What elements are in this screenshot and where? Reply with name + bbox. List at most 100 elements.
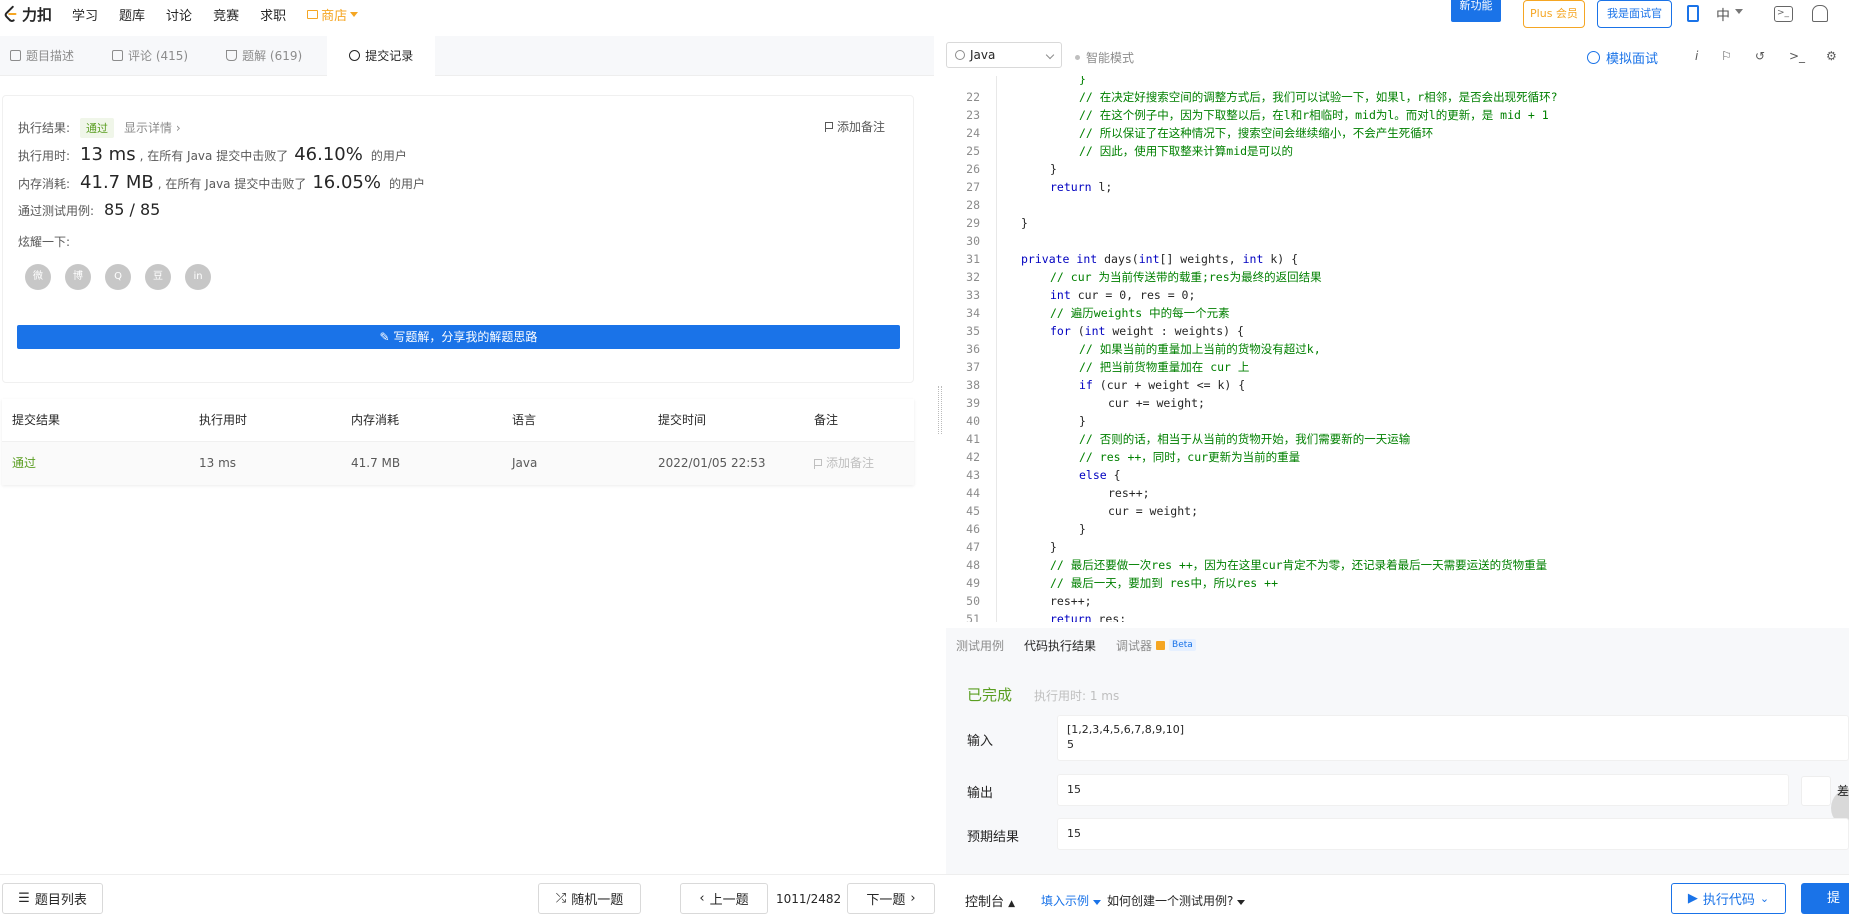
language-switch[interactable]: 中 <box>1716 5 1730 25</box>
submit-button[interactable]: 提交 <box>1801 883 1849 914</box>
code-line[interactable]: 32 // cur 为当前传送带的载重;res为最终的返回结果 <box>946 268 1849 286</box>
notification-bell-icon[interactable] <box>1812 5 1828 22</box>
output-label: 输出 <box>967 786 994 801</box>
code-line[interactable]: 38 if (cur + weight <= k) { <box>946 376 1849 394</box>
code-line[interactable]: 49 // 最后一天，要加到 res中，所以res ++ <box>946 574 1849 592</box>
code-token: cur += weight; <box>1108 396 1205 410</box>
info-italic-icon[interactable]: i <box>1695 49 1698 63</box>
tab-solutions[interactable]: 题解 (619) <box>216 36 312 76</box>
language-select[interactable]: Java <box>946 42 1062 68</box>
nav-store[interactable]: 商店 <box>307 5 359 24</box>
tab-run-result[interactable]: 代码执行结果 <box>1014 628 1107 662</box>
row-add-note-button[interactable]: 添加备注 <box>814 442 874 485</box>
tab-comments[interactable]: 评论 (415) <box>102 36 198 76</box>
pane-resize-handle[interactable] <box>938 386 942 434</box>
playground-icon[interactable]: >_ <box>1774 6 1793 22</box>
code-line[interactable]: 26} <box>946 160 1849 178</box>
code-line[interactable]: 39 cur += weight; <box>946 394 1849 412</box>
line-number: 32 <box>966 270 980 284</box>
code-line[interactable]: 30 <box>946 232 1849 250</box>
code-line[interactable]: 36 // 如果当前的重量加上当前的货物没有超过k, <box>946 340 1849 358</box>
leetcode-logo[interactable]: 力扣 <box>2 4 52 25</box>
share-icons: 微 博 Q 豆 in <box>25 264 211 290</box>
code-text: // 所以保证了在这种情况下，搜索空间会继续缩小，不会产生死循环 <box>1079 124 1433 142</box>
code-line[interactable]: 28 <box>946 196 1849 214</box>
code-line[interactable]: 43 else { <box>946 466 1849 484</box>
code-line[interactable]: 33 int cur = 0, res = 0; <box>946 286 1849 304</box>
code-line[interactable]: 48 // 最后还要做一次res ++，因为在这里cur肯定不为零，还记录着最后一… <box>946 556 1849 574</box>
code-line[interactable]: 35 for (int weight : weights) { <box>946 322 1849 340</box>
flag-outline-icon[interactable]: ⚐ <box>1721 49 1732 63</box>
code-line[interactable]: 24 // 所以保证了在这种情况下，搜索空间会继续缩小，不会产生死循环 <box>946 124 1849 142</box>
wechat-icon[interactable]: 微 <box>25 264 51 290</box>
new-feature-badge[interactable]: 新功能 <box>1451 0 1501 22</box>
tab-debugger[interactable]: 调试器 Beta <box>1106 628 1206 662</box>
code-line[interactable]: 50 res++; <box>946 592 1849 610</box>
runtime-label: 执行用时: <box>18 149 71 163</box>
smart-mode-toggle[interactable]: 智能模式 <box>1075 49 1134 66</box>
diff-toggle-box[interactable] <box>1801 776 1831 806</box>
code-line[interactable]: 42 // res ++，同时，cur更新为当前的重量 <box>946 448 1849 466</box>
code-line[interactable]: 29} <box>946 214 1849 232</box>
nav-contest[interactable]: 竞赛 <box>213 5 239 24</box>
write-solution-button[interactable]: ✎ 写题解，分享我的解题思路 <box>17 325 900 349</box>
code-token: if <box>1079 378 1093 392</box>
code-line[interactable]: 25 // 因此，使用下取整来计算mid是可以的 <box>946 142 1849 160</box>
code-line[interactable]: 27 return l; <box>946 178 1849 196</box>
play-icon: ▶ <box>1687 891 1698 906</box>
nav-discuss[interactable]: 讨论 <box>166 5 192 24</box>
settings-gear-icon[interactable]: ⚙ <box>1826 49 1837 63</box>
main-nav: 学习 题库 讨论 竞赛 求职 商店 <box>72 5 359 24</box>
table-row[interactable]: 通过 13 ms 41.7 MB Java 2022/01/05 22:53 添… <box>2 442 914 485</box>
qq-icon[interactable]: Q <box>105 264 131 290</box>
code-token: cur = weight; <box>1108 504 1199 518</box>
code-line[interactable]: 23 // 在这个例子中，因为下取整以后，在l和r相临时，mid为l。而对l的更新… <box>946 106 1849 124</box>
console-label: 控制台 <box>965 895 1005 910</box>
line-number: 28 <box>966 198 980 212</box>
howto-testcase-link[interactable]: 如何创建一个测试用例? <box>1107 892 1246 909</box>
runtime-percent: 46.10% <box>294 144 363 165</box>
code-line[interactable]: 40} <box>946 412 1849 430</box>
mobile-app-icon[interactable] <box>1687 5 1699 22</box>
language-caret-icon[interactable] <box>1735 9 1743 14</box>
code-line[interactable]: 31 private int days(int[] weights, int k)… <box>946 250 1849 268</box>
fill-example-button[interactable]: 填入示例 <box>1041 892 1101 909</box>
show-detail-link[interactable]: 显示详情 › <box>124 119 181 136</box>
tab-testcase[interactable]: 测试用例 <box>946 628 1014 662</box>
code-line[interactable]: 51 return res; <box>946 610 1849 622</box>
plus-membership-button[interactable]: Plus 会员 <box>1523 0 1585 28</box>
run-code-button[interactable]: ▶ 执行代码 ⌄ <box>1671 883 1786 914</box>
console-toggle[interactable]: 控制台 ▲ <box>965 891 1015 910</box>
add-note-button[interactable]: 添加备注 <box>824 118 885 135</box>
line-number: 36 <box>966 342 980 356</box>
tab-submissions[interactable]: 提交记录 <box>327 35 436 76</box>
code-line[interactable]: 45 cur = weight; <box>946 502 1849 520</box>
code-line[interactable]: 41 // 否则的话，相当于从当前的货物开始，我们需要新的一天运输 <box>946 430 1849 448</box>
interviewer-button[interactable]: 我是面试官 <box>1597 0 1672 28</box>
tab-description[interactable]: 题目描述 <box>0 36 84 76</box>
prev-problem-button[interactable]: ‹ 上一题 <box>680 883 768 914</box>
console-icon[interactable]: >_ <box>1789 49 1805 63</box>
douban-icon[interactable]: 豆 <box>145 264 171 290</box>
random-problem-button[interactable]: ⤮ 随机一题 <box>538 883 641 914</box>
row-status[interactable]: 通过 <box>12 442 36 485</box>
next-problem-button[interactable]: 下一题 › <box>847 883 935 914</box>
nav-problems[interactable]: 题库 <box>119 5 145 24</box>
code-editor[interactable]: } 22 // 在决定好搜索空间的调整方式后，我们可以试验一下，如果l，r相邻，是否… <box>946 76 1849 622</box>
code-line[interactable]: } <box>946 76 1849 88</box>
code-line[interactable]: 46} <box>946 520 1849 538</box>
code-text: } <box>1079 520 1086 538</box>
linkedin-icon[interactable]: in <box>185 264 211 290</box>
code-line[interactable]: 47} <box>946 538 1849 556</box>
weibo-icon[interactable]: 博 <box>65 264 91 290</box>
code-line[interactable]: 22 // 在决定好搜索空间的调整方式后，我们可以试验一下，如果l，r相邻，是否会… <box>946 88 1849 106</box>
mock-interview-button[interactable]: 模拟面试 <box>1587 48 1658 67</box>
code-line[interactable]: 37 // 把当前货物重量加在 cur 上 <box>946 358 1849 376</box>
nav-jobs[interactable]: 求职 <box>260 5 286 24</box>
nav-study[interactable]: 学习 <box>72 5 98 24</box>
input-label: 输入 <box>967 734 994 749</box>
code-line[interactable]: 34 // 遍历weights 中的每一个元素 <box>946 304 1849 322</box>
reset-icon[interactable]: ↺ <box>1755 49 1765 63</box>
code-line[interactable]: 44 res++; <box>946 484 1849 502</box>
problem-list-button[interactable]: ☰ 题目列表 <box>2 883 103 914</box>
